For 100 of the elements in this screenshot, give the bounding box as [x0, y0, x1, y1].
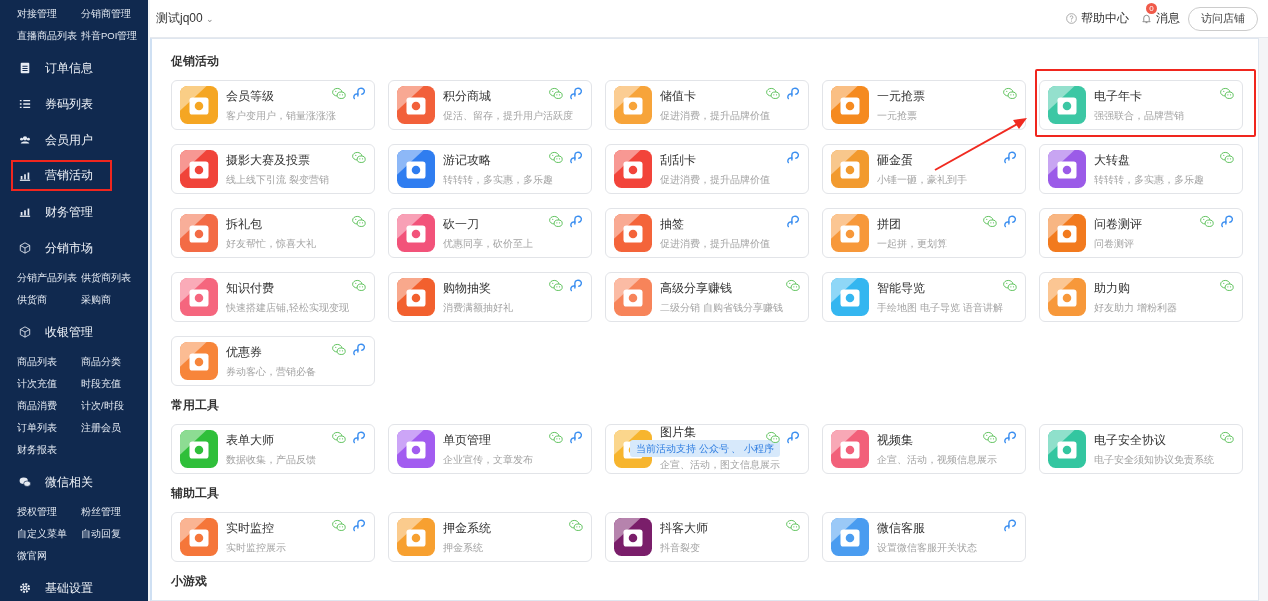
app-card[interactable]: 砸金蛋 小锤一砸，豪礼到手	[822, 144, 1026, 194]
sidebar-link[interactable]: 商品分类	[81, 351, 147, 373]
sidebar-link[interactable]: 自动回复	[81, 523, 147, 545]
app-card[interactable]: 储值卡 促进消费，提升品牌价值	[605, 80, 809, 130]
app-card[interactable]: 助力购 好友助力 增粉利器	[1039, 272, 1243, 322]
sidebar-item[interactable]: 订单信息	[0, 50, 114, 86]
app-description: 转转转，多实惠，多乐趣	[1094, 172, 1204, 187]
app-description: 手绘地图 电子导览 语音讲解	[877, 300, 1003, 315]
sidebar-link[interactable]: 订单列表	[17, 417, 81, 439]
app-card[interactable]: 视频集 企宣、活动，视频信息展示	[822, 424, 1026, 474]
store-selector[interactable]: 测试jq00 ⌄	[156, 10, 215, 27]
sidebar-link[interactable]: 供货商列表	[81, 267, 147, 289]
app-card[interactable]: 实时监控 实时监控展示	[171, 512, 375, 562]
app-description: 转转转，多实惠，多乐趣	[443, 172, 553, 187]
messages-link[interactable]: 消息	[1156, 11, 1180, 26]
sidebar-link[interactable]: 对接管理	[17, 3, 81, 25]
document-icon	[19, 62, 31, 74]
sidebar-item[interactable]: 分销市场	[0, 230, 114, 266]
chart-icon	[19, 206, 31, 218]
sidebar-link[interactable]: 粉丝管理	[81, 501, 147, 523]
app-title: 拆礼包	[226, 215, 263, 233]
sidebar-link[interactable]: 商品列表	[17, 351, 81, 373]
app-description: 电子安全须知协议免责系统	[1094, 452, 1214, 467]
app-card[interactable]: 押金系统 押金系统	[388, 512, 592, 562]
sidebar-link[interactable]: 供货商	[17, 289, 81, 311]
cube-icon	[19, 326, 31, 338]
app-title: 刮刮卡	[660, 151, 697, 169]
app-card[interactable]: 优惠券 券动客心，营销必备	[171, 336, 375, 386]
app-description: 设置微信客服开关状态	[877, 540, 977, 555]
app-title: 砍一刀	[443, 215, 480, 233]
app-description: 小锤一砸，豪礼到手	[877, 172, 967, 187]
sidebar-item[interactable]: 收银管理	[0, 314, 114, 350]
app-card[interactable]: 微信客服 设置微信客服开关状态	[822, 512, 1026, 562]
sidebar-item[interactable]: 会员用户	[0, 122, 114, 158]
app-card[interactable]: 单页管理 企业宣传，文章发布	[388, 424, 592, 474]
app-card[interactable]: 会员等级 客户变用户，销量涨涨涨	[171, 80, 375, 130]
app-card[interactable]: 知识付费 快速搭建店铺,轻松实现变现	[171, 272, 375, 322]
sidebar-item[interactable]: 财务管理	[0, 194, 114, 230]
app-card[interactable]: 抽签 促进消费，提升品牌价值	[605, 208, 809, 258]
app-description: 实时监控展示	[226, 540, 286, 555]
sidebar-link[interactable]: 自定义菜单	[17, 523, 81, 545]
sidebar-item[interactable]: 营销活动	[11, 160, 112, 191]
app-card[interactable]: 电子安全协议 电子安全须知协议免责系统	[1039, 424, 1243, 474]
sidebar-link[interactable]: 抖音POI管理	[81, 25, 147, 47]
app-title: 高级分享赚钱	[660, 279, 733, 297]
app-description: 促活、留存，提升用户活跃度	[443, 108, 573, 123]
app-card[interactable]: 积分商城 促活、留存，提升用户活跃度	[388, 80, 592, 130]
sidebar-item[interactable]: 微信相关	[0, 464, 114, 500]
app-card[interactable]: 抖客大师 抖音裂变	[605, 512, 809, 562]
sidebar-link[interactable]: 计次/时段	[81, 395, 147, 417]
sidebar-link[interactable]: 计次充值	[17, 373, 81, 395]
app-title: 抖客大师	[660, 519, 708, 537]
sidebar-item[interactable]: 券码列表	[0, 86, 114, 122]
app-title: 游记攻略	[443, 151, 492, 169]
app-title: 抽签	[660, 215, 685, 233]
app-description: 二级分销 自购省钱分享赚钱	[660, 300, 783, 315]
app-description: 线上线下引流 裂变营销	[226, 172, 329, 187]
help-center-link[interactable]: 帮助中心	[1081, 11, 1129, 26]
app-description: 消费满额抽好礼	[443, 300, 513, 315]
app-card[interactable]: 游记攻略 转转转，多实惠，多乐趣	[388, 144, 592, 194]
app-description: 促进消费，提升品牌价值	[660, 172, 770, 187]
app-card[interactable]: 摄影大赛及投票 线上线下引流 裂变营销	[171, 144, 375, 194]
app-card[interactable]: 表单大师 数据收集，产品反馈	[171, 424, 375, 474]
app-title: 押金系统	[443, 519, 491, 537]
sidebar-link[interactable]: 分销商管理	[81, 3, 147, 25]
app-title: 拼团	[877, 215, 902, 233]
sidebar-link[interactable]: 注册会员	[81, 417, 147, 439]
help-icon	[1066, 13, 1077, 24]
users-icon	[19, 134, 31, 146]
visit-store-button[interactable]: 访问店铺	[1188, 6, 1258, 31]
app-card[interactable]: 刮刮卡 促进消费，提升品牌价值	[605, 144, 809, 194]
app-card[interactable]: 高级分享赚钱 二级分销 自购省钱分享赚钱	[605, 272, 809, 322]
app-card[interactable]: 图片集 当前活动支持 公众号 、 小程序 企宣、活动，图文信息展示	[605, 424, 809, 474]
app-description: 押金系统	[443, 540, 484, 555]
sidebar-link[interactable]: 财务报表	[17, 439, 81, 461]
sidebar-link[interactable]: 时段充值	[81, 373, 147, 395]
app-description: 好友帮忙，惊喜大礼	[226, 236, 316, 251]
app-title: 摄影大赛及投票	[226, 151, 311, 169]
app-card[interactable]: 问卷测评 问卷测评	[1039, 208, 1243, 258]
bell-icon	[1141, 13, 1152, 24]
sidebar-link[interactable]: 直播商品列表	[17, 25, 81, 47]
sidebar-link[interactable]: 微官网	[17, 545, 81, 567]
sidebar-link[interactable]: 采购商	[81, 289, 147, 311]
app-card[interactable]: 购物抽奖 消费满额抽好礼	[388, 272, 592, 322]
app-card[interactable]: 电子年卡 强强联合，品牌营销	[1039, 80, 1243, 130]
app-card[interactable]: 智能导览 手绘地图 电子导览 语音讲解	[822, 272, 1026, 322]
app-title: 微信客服	[877, 519, 926, 537]
app-title: 单页管理	[443, 431, 492, 449]
app-title: 一元抢票	[877, 87, 925, 105]
app-description: 企宣、活动，视频信息展示	[877, 452, 997, 467]
sidebar-link[interactable]: 分销产品列表	[17, 267, 81, 289]
sidebar-item[interactable]: 基础设置	[0, 570, 114, 601]
app-card[interactable]: 拆礼包 好友帮忙，惊喜大礼	[171, 208, 375, 258]
sidebar-link[interactable]: 商品消费	[17, 395, 81, 417]
app-card[interactable]: 大转盘 转转转，多实惠，多乐趣	[1039, 144, 1243, 194]
app-title: 电子年卡	[1094, 87, 1143, 105]
app-title: 储值卡	[660, 87, 697, 105]
app-card[interactable]: 砍一刀 优惠同享，砍价至上	[388, 208, 592, 258]
sidebar-link[interactable]: 授权管理	[17, 501, 81, 523]
app-title: 会员等级	[226, 87, 275, 105]
